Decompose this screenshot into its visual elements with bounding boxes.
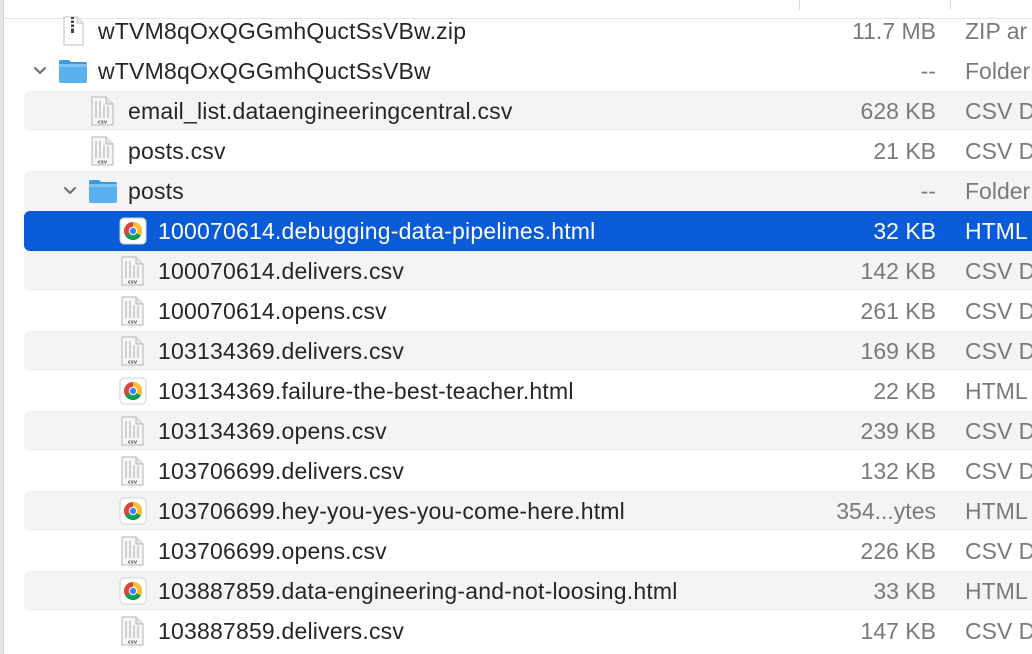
- file-kind: HTML: [965, 498, 1028, 524]
- svg-text:csv: csv: [128, 640, 138, 646]
- file-row[interactable]: csv posts.csv 21 KB CSV D: [24, 131, 1032, 171]
- file-name: 103706699.opens.csv: [158, 538, 387, 564]
- file-size: 354...ytes: [836, 498, 936, 524]
- file-name: 103134369.delivers.csv: [158, 338, 405, 364]
- chrome-html-icon: [118, 216, 148, 246]
- csv-file-icon: csv: [118, 296, 148, 326]
- file-name: wTVM8qOxQGGmhQuctSsVBw.zip: [98, 18, 467, 44]
- file-row[interactable]: csv 100070614.opens.csv 261 KB CSV D: [24, 291, 1032, 331]
- file-size: 142 KB: [860, 258, 936, 284]
- file-size: 33 KB: [873, 578, 936, 604]
- file-row[interactable]: 103706699.hey-you-yes-you-come-here.html…: [24, 491, 1032, 531]
- file-kind: CSV D: [965, 538, 1032, 564]
- file-name: 103706699.delivers.csv: [158, 458, 405, 484]
- file-name: 103706699.hey-you-yes-you-come-here.html: [158, 498, 625, 524]
- file-row[interactable]: csv 100070614.delivers.csv 142 KB CSV D: [24, 251, 1032, 291]
- file-name: 100070614.opens.csv: [158, 298, 387, 324]
- file-name: 103134369.opens.csv: [158, 418, 387, 444]
- file-size: 239 KB: [860, 418, 936, 444]
- chrome-html-icon: [118, 496, 148, 526]
- chrome-html-icon: [118, 576, 148, 606]
- column-divider[interactable]: [799, 0, 800, 10]
- csv-file-icon: csv: [118, 256, 148, 286]
- file-kind: CSV D: [965, 298, 1032, 324]
- file-kind: CSV D: [965, 458, 1032, 484]
- svg-text:csv: csv: [128, 440, 138, 446]
- file-name: 103887859.delivers.csv: [158, 618, 405, 644]
- file-kind: CSV D: [965, 98, 1032, 124]
- folder-row[interactable]: wTVM8qOxQGGmhQuctSsVBw -- Folder: [24, 51, 1032, 91]
- file-name: 100070614.debugging-data-pipelines.html: [158, 218, 596, 244]
- svg-text:csv: csv: [128, 280, 138, 286]
- file-row[interactable]: csv email_list.dataengineeringcentral.csv…: [24, 91, 1032, 131]
- file-kind: CSV D: [965, 138, 1032, 164]
- file-kind: HTML: [965, 218, 1028, 244]
- file-kind: HTML: [965, 378, 1028, 404]
- file-row[interactable]: 100070614.debugging-data-pipelines.html 3…: [24, 211, 1032, 251]
- folder-row[interactable]: posts -- Folder: [24, 171, 1032, 211]
- svg-text:csv: csv: [98, 120, 108, 126]
- svg-text:csv: csv: [128, 360, 138, 366]
- file-name: 100070614.delivers.csv: [158, 258, 405, 284]
- file-row[interactable]: csv 103887859.delivers.csv 147 KB CSV D: [24, 611, 1032, 651]
- file-row[interactable]: 103887859.data-engineering-and-not-loosi…: [24, 571, 1032, 611]
- sidebar-edge: [0, 0, 4, 654]
- file-kind: CSV D: [965, 418, 1032, 444]
- chrome-html-icon: [118, 376, 148, 406]
- file-size: 147 KB: [860, 618, 936, 644]
- file-size: 11.7 MB: [852, 18, 936, 44]
- file-size: 169 KB: [860, 338, 936, 364]
- file-name: posts: [128, 178, 184, 204]
- svg-text:csv: csv: [128, 480, 138, 486]
- file-row[interactable]: csv 103134369.opens.csv 239 KB CSV D: [24, 411, 1032, 451]
- file-row[interactable]: csv 103134369.delivers.csv 169 KB CSV D: [24, 331, 1032, 371]
- file-kind: CSV D: [965, 338, 1032, 364]
- file-row[interactable]: csv 103706699.opens.csv 226 KB CSV D: [24, 531, 1032, 571]
- file-kind: Folder: [965, 58, 1031, 84]
- csv-file-icon: csv: [88, 96, 118, 126]
- svg-text:csv: csv: [128, 320, 138, 326]
- file-size: 628 KB: [860, 98, 936, 124]
- file-name: 103887859.data-engineering-and-not-loosi…: [158, 578, 678, 604]
- file-size: 261 KB: [860, 298, 936, 324]
- file-kind: ZIP ar: [965, 18, 1028, 44]
- csv-file-icon: csv: [118, 456, 148, 486]
- file-size: 22 KB: [873, 378, 936, 404]
- file-size: 32 KB: [873, 218, 936, 244]
- csv-file-icon: csv: [118, 616, 148, 646]
- file-row[interactable]: wTVM8qOxQGGmhQuctSsVBw.zip 11.7 MB ZIP ar: [24, 11, 1032, 51]
- folder-icon: [88, 176, 118, 206]
- csv-file-icon: csv: [118, 336, 148, 366]
- csv-file-icon: csv: [118, 536, 148, 566]
- column-divider[interactable]: [950, 0, 951, 10]
- file-row[interactable]: csv 103706699.delivers.csv 132 KB CSV D: [24, 451, 1032, 491]
- file-kind: CSV D: [965, 618, 1032, 644]
- file-kind: HTML: [965, 578, 1028, 604]
- svg-text:csv: csv: [128, 560, 138, 566]
- csv-file-icon: csv: [88, 136, 118, 166]
- zip-file-icon: [58, 16, 88, 46]
- file-name: email_list.dataengineeringcentral.csv: [128, 98, 513, 124]
- file-size: 132 KB: [860, 458, 936, 484]
- file-size: --: [920, 178, 936, 204]
- file-size: 21 KB: [873, 138, 936, 164]
- file-kind: Folder: [965, 178, 1031, 204]
- csv-file-icon: csv: [118, 416, 148, 446]
- file-kind: CSV D: [965, 258, 1032, 284]
- chevron-down-icon[interactable]: [32, 61, 48, 81]
- svg-text:csv: csv: [98, 160, 108, 166]
- file-name: wTVM8qOxQGGmhQuctSsVBw: [98, 58, 431, 84]
- file-row[interactable]: 103134369.failure-the-best-teacher.html 2…: [24, 371, 1032, 411]
- file-name: 103134369.failure-the-best-teacher.html: [158, 378, 574, 404]
- chevron-down-icon[interactable]: [62, 181, 78, 201]
- folder-icon: [58, 56, 88, 86]
- file-size: 226 KB: [860, 538, 936, 564]
- file-name: posts.csv: [128, 138, 226, 164]
- file-size: --: [920, 58, 936, 84]
